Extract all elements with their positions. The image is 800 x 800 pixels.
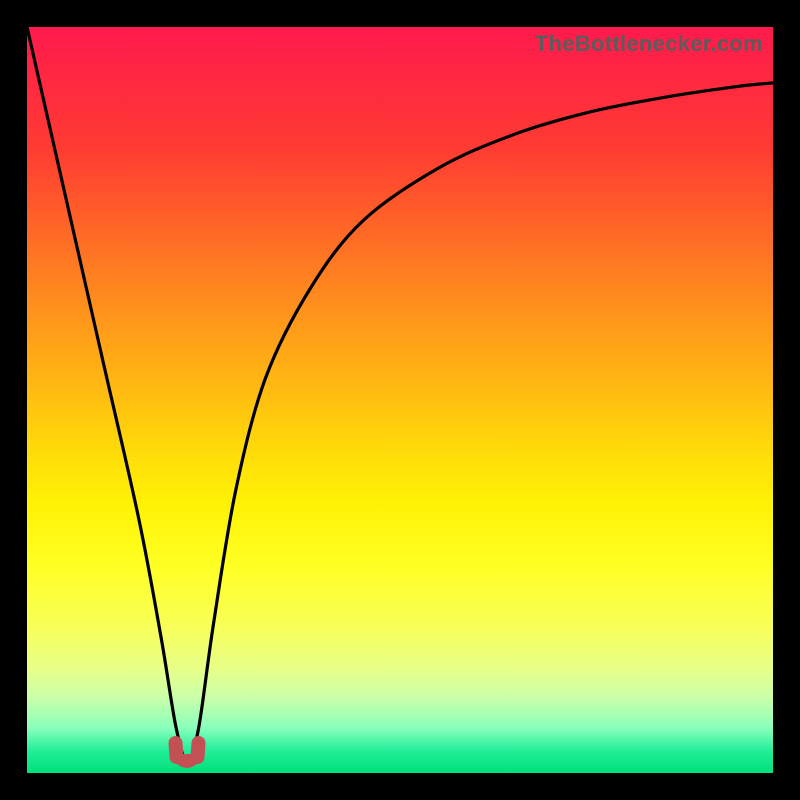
chart-frame: TheBottlenecker.com: [0, 0, 800, 800]
optimum-marker: [169, 736, 205, 766]
bottleneck-curve: [27, 27, 773, 762]
plot-area: TheBottlenecker.com: [27, 27, 773, 773]
marker-bowl: [173, 754, 201, 768]
curve-layer: [27, 27, 773, 773]
